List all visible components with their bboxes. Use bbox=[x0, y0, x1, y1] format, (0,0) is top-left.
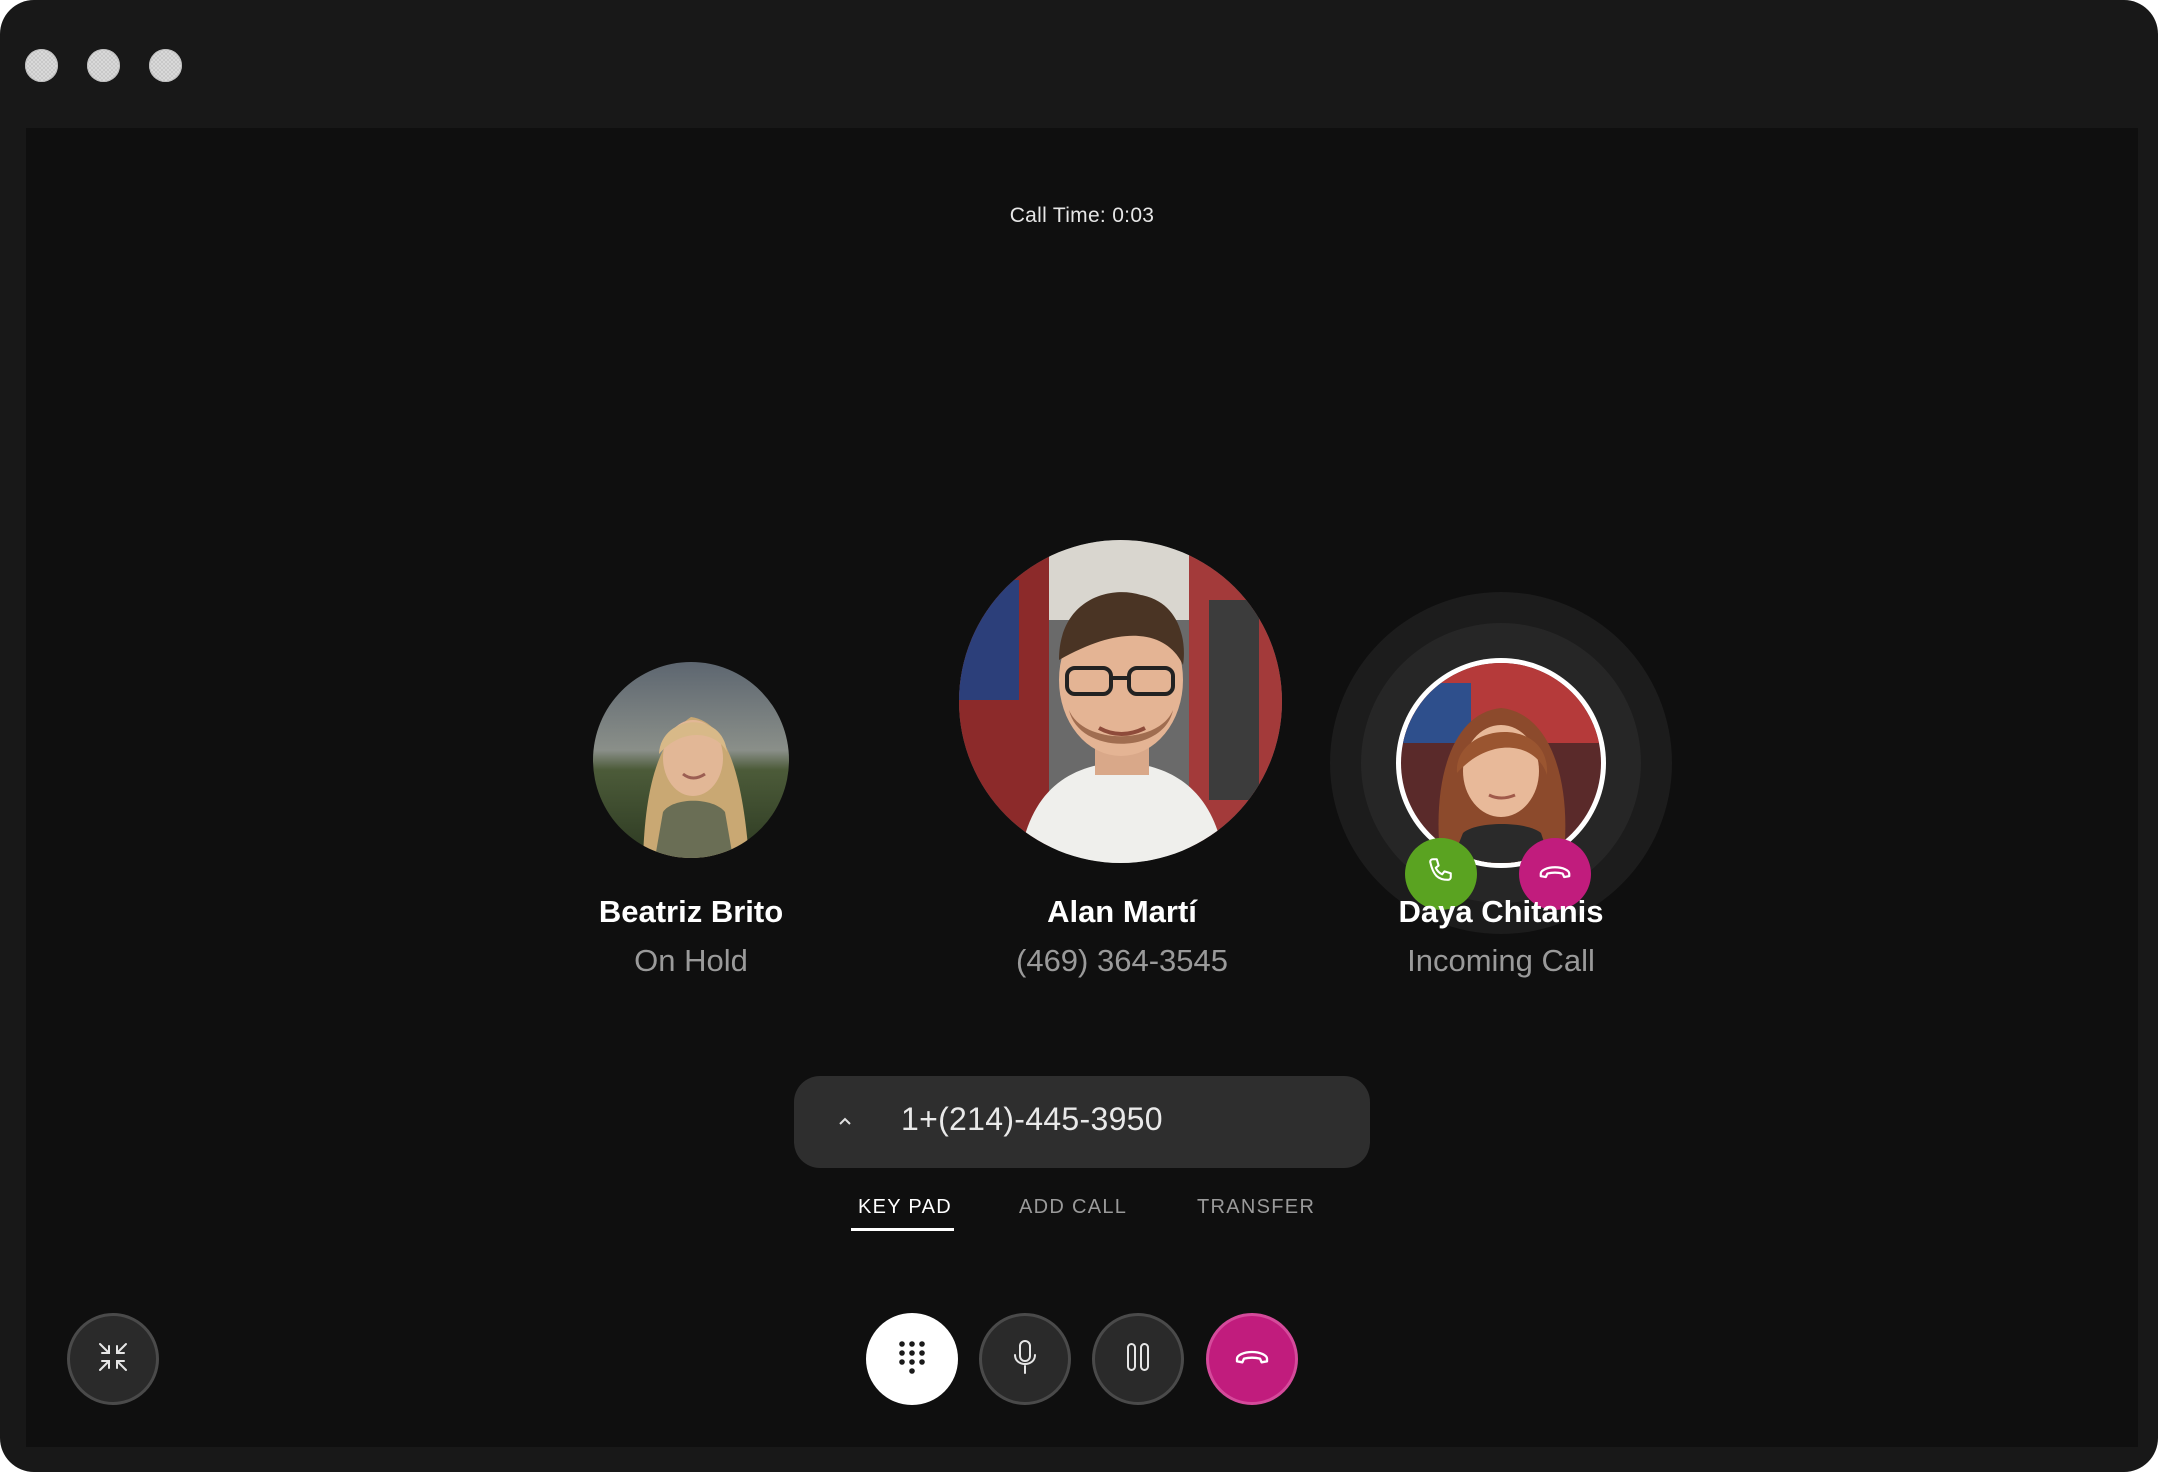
window-close-button[interactable] bbox=[25, 49, 58, 82]
chevron-up-icon[interactable] bbox=[832, 1108, 858, 1134]
participant-name: Alan Martí bbox=[1047, 894, 1197, 929]
dial-bar[interactable]: 1+(214)-445-3950 bbox=[794, 1076, 1370, 1168]
avatar bbox=[959, 540, 1282, 863]
tab-keypad[interactable]: KEY PAD bbox=[858, 1196, 952, 1219]
call-time: Call Time: 0:03 bbox=[1009, 204, 1155, 227]
keypad-icon bbox=[897, 1340, 927, 1379]
active-tab-indicator bbox=[851, 1228, 954, 1231]
window-minimize-button[interactable] bbox=[87, 49, 120, 82]
end-call-button[interactable] bbox=[1206, 1313, 1298, 1405]
participant-status: Incoming Call bbox=[1407, 943, 1595, 978]
collapse-button[interactable] bbox=[67, 1313, 159, 1405]
participant-alan[interactable]: Alan Martí (469) 364-3545 bbox=[922, 540, 1322, 1140]
phone-icon bbox=[1423, 854, 1459, 895]
participant-phone: (469) 364-3545 bbox=[1016, 943, 1228, 978]
tab-transfer[interactable]: TRANSFER bbox=[1197, 1196, 1315, 1219]
hang-up-icon bbox=[1536, 853, 1574, 896]
microphone-icon bbox=[1012, 1339, 1038, 1380]
mute-button[interactable] bbox=[979, 1313, 1071, 1405]
dialed-number[interactable]: 1+(214)-445-3950 bbox=[901, 1101, 1163, 1138]
participant-name: Daya Chitanis bbox=[1398, 894, 1604, 929]
call-screen: Call Time: 0:03 Beatriz Brito On Hold Al… bbox=[26, 128, 2138, 1447]
participant-daya[interactable]: Daya Chitanis Incoming Call bbox=[1330, 592, 1722, 1132]
keypad-button[interactable] bbox=[866, 1313, 958, 1405]
pause-icon bbox=[1126, 1342, 1150, 1377]
window-maximize-button[interactable] bbox=[149, 49, 182, 82]
collapse-arrows-icon bbox=[95, 1339, 131, 1380]
hang-up-icon bbox=[1232, 1337, 1272, 1382]
participant-status: On Hold bbox=[634, 943, 748, 978]
avatar bbox=[1401, 663, 1601, 863]
participant-beatriz[interactable]: Beatriz Brito On Hold bbox=[534, 662, 848, 1122]
tab-add-call[interactable]: ADD CALL bbox=[1019, 1196, 1127, 1219]
participant-name: Beatriz Brito bbox=[598, 894, 784, 929]
hold-button[interactable] bbox=[1092, 1313, 1184, 1405]
app-window: Call Time: 0:03 Beatriz Brito On Hold Al… bbox=[0, 0, 2158, 1472]
avatar bbox=[593, 662, 789, 858]
